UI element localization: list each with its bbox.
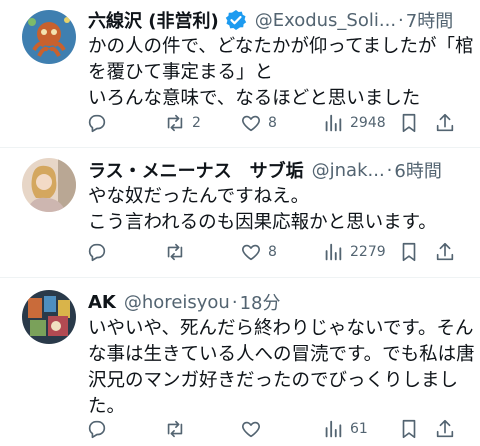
post-text: いやいや、死んだら終わりじゃないです。そん な事は生きている人への冒涜です。でも… — [88, 316, 475, 420]
like-button[interactable]: 8 — [240, 108, 277, 138]
verified-badge-icon — [225, 9, 247, 31]
share-icon — [436, 242, 454, 261]
post-text: かの人の件で、どなたかが仰ってましたが「棺 を覆ひて事定まる」と いろんな意味で… — [88, 34, 474, 112]
avatar[interactable] — [22, 10, 76, 64]
author-handle[interactable]: @jnak... — [312, 160, 385, 181]
separator-dot: · — [398, 9, 404, 31]
views-icon — [325, 114, 342, 132]
like-button[interactable] — [240, 414, 268, 444]
bookmark-icon — [402, 242, 416, 262]
action-bar: 61 — [82, 414, 470, 444]
views-button[interactable]: 61 — [322, 414, 368, 444]
reply-icon — [88, 243, 106, 262]
bookmark-icon — [402, 113, 416, 133]
view-count: 2279 — [350, 244, 386, 260]
bookmark-icon — [402, 419, 416, 439]
repost-count: 2 — [192, 115, 201, 131]
like-count: 8 — [268, 244, 277, 260]
author-name[interactable]: 六線沢 (非営利) — [88, 7, 219, 33]
views-button[interactable]: 2279 — [322, 237, 386, 267]
views-button[interactable]: 2948 — [322, 108, 386, 138]
avatar[interactable] — [22, 290, 76, 344]
separator-dot: · — [231, 291, 238, 313]
post-time[interactable]: 18分 — [240, 289, 281, 315]
like-icon — [242, 421, 260, 438]
share-icon — [436, 113, 454, 132]
repost-icon — [167, 243, 183, 261]
share-button[interactable] — [434, 414, 456, 444]
bookmark-button[interactable] — [398, 414, 420, 444]
share-button[interactable] — [434, 108, 456, 138]
repost-icon — [167, 420, 183, 438]
repost-button[interactable] — [164, 237, 192, 267]
author-name[interactable]: AK — [88, 292, 116, 313]
avatar[interactable] — [22, 158, 76, 212]
like-button[interactable]: 8 — [240, 237, 277, 267]
repost-icon — [167, 114, 183, 132]
reply-icon — [88, 420, 106, 439]
author-handle[interactable]: @Exodus_Soli... — [255, 10, 396, 31]
view-count: 61 — [350, 421, 368, 437]
reply-button[interactable] — [86, 108, 114, 138]
post-text-line: やな奴だったんですねえ。 — [88, 186, 310, 207]
post-text-line: こう言われるのも因果応報かと思います。 — [88, 212, 437, 233]
post-text-line: いやいや、死んだら終わりじゃないです。そん — [88, 318, 474, 339]
author-handle[interactable]: @horeisyou — [124, 292, 230, 313]
post[interactable]: ラス・メニーナス サブ垢 @jnak... · 6時間 やな奴だったんですねえ。… — [0, 148, 480, 278]
post-text-line: 沢兄のマンガ好きだったのでびっくりしまし — [88, 370, 459, 391]
reply-icon — [88, 114, 106, 133]
like-icon — [242, 244, 260, 261]
repost-button[interactable] — [164, 414, 192, 444]
reply-button[interactable] — [86, 414, 114, 444]
post-time[interactable]: 6時間 — [394, 157, 441, 183]
post-text-line: を覆ひて事定まる」と — [88, 62, 274, 83]
separator-dot: · — [386, 159, 393, 181]
like-count: 8 — [268, 115, 277, 131]
post-text: やな奴だったんですねえ。 こう言われるのも因果応報かと思います。 — [88, 184, 470, 236]
author-name[interactable]: ラス・メニーナス サブ垢 — [88, 157, 304, 183]
view-count: 2948 — [350, 115, 386, 131]
post[interactable]: AK @horeisyou · 18分 いやいや、死んだら終わりじゃないです。そ… — [0, 278, 480, 446]
bookmark-button[interactable] — [398, 108, 420, 138]
action-bar: 8 2279 — [82, 237, 470, 267]
share-button[interactable] — [434, 237, 456, 267]
views-icon — [325, 243, 342, 261]
repost-button[interactable]: 2 — [164, 108, 201, 138]
share-icon — [436, 419, 454, 438]
like-icon — [242, 115, 260, 132]
post-time[interactable]: 7時間 — [406, 7, 453, 33]
bookmark-button[interactable] — [398, 237, 420, 267]
views-icon — [325, 420, 342, 438]
post-text-line: な事は生きている人への冒涜です。でも私は唐 — [88, 344, 475, 365]
post-text-line: かの人の件で、どなたかが仰ってましたが「棺 — [88, 36, 474, 57]
action-bar: 2 8 2948 — [82, 108, 470, 138]
reply-button[interactable] — [86, 237, 114, 267]
post[interactable]: 六線沢 (非営利) @Exodus_Soli... · 7時間 かの人の件で、ど… — [0, 0, 480, 148]
